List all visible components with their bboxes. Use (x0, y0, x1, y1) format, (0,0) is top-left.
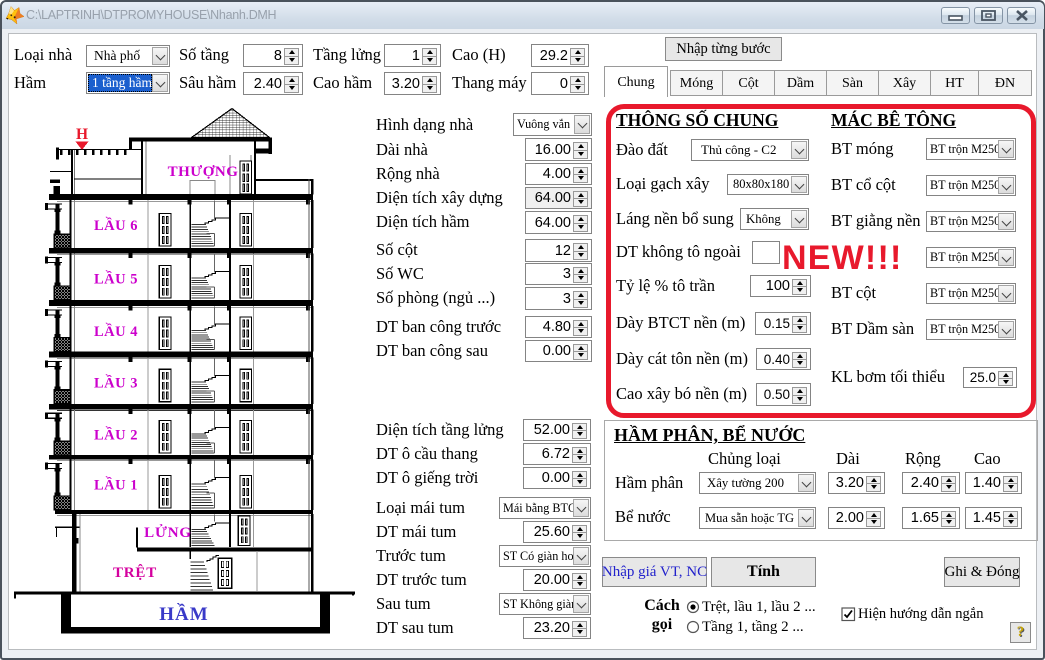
svg-text:LỬNG: LỬNG (144, 524, 192, 541)
svg-text:LẦU 2: LẦU 2 (94, 426, 138, 443)
svg-text:LẦU 3: LẦU 3 (94, 375, 138, 392)
svg-text:LẦU 4: LẦU 4 (94, 323, 138, 340)
svg-text:THƯỢNG: THƯỢNG (168, 164, 239, 180)
svg-text:TRỆT: TRỆT (113, 564, 157, 581)
svg-text:LẦU 6: LẦU 6 (94, 217, 138, 234)
svg-text:LẦU 1: LẦU 1 (94, 477, 138, 494)
svg-text:LẦU 5: LẦU 5 (94, 271, 138, 288)
svg-text:HẦM: HẦM (159, 603, 208, 625)
svg-text:H: H (76, 126, 88, 143)
